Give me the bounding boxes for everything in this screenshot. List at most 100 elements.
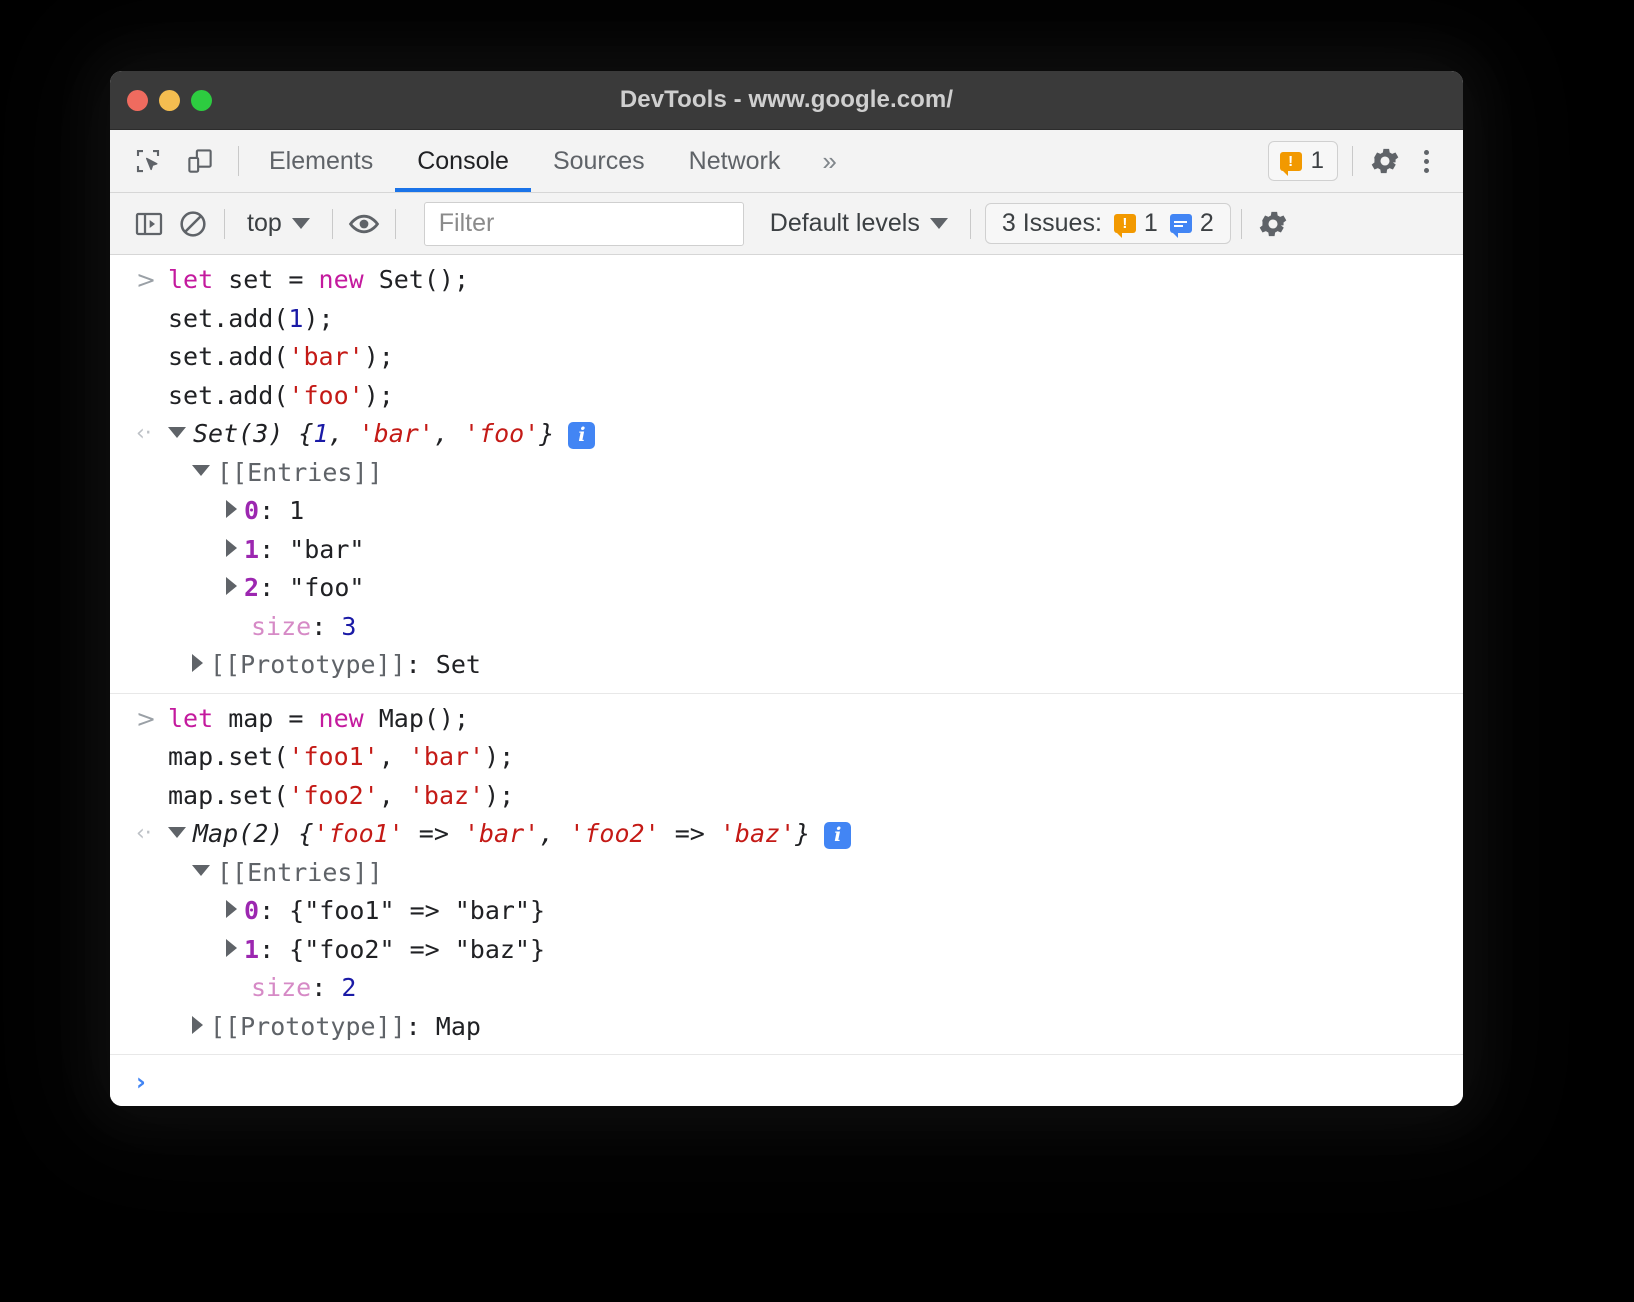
maximize-window-button[interactable] — [191, 90, 212, 111]
tab-sources-label: Sources — [553, 147, 645, 176]
property-token: [[Entries]] — [217, 454, 383, 493]
tabbar-left-icons — [110, 130, 230, 192]
console-sidebar-toggle-icon[interactable] — [128, 203, 170, 245]
code-token: , — [379, 781, 409, 810]
triangle-right-icon[interactable] — [226, 900, 237, 918]
property-token: 1 — [244, 931, 259, 970]
property-token: : Set — [406, 646, 481, 685]
devtools-window: DevTools - www.google.com/ — [110, 71, 1463, 1106]
inspect-element-icon[interactable] — [130, 143, 166, 179]
object-property-row[interactable]: [[Prototype]]: Map — [168, 1008, 851, 1047]
property-token: size — [251, 608, 311, 647]
code-token: 'foo1' — [288, 742, 378, 771]
console-output[interactable]: >let set = new Set();set.add(1);set.add(… — [110, 255, 1463, 1106]
code-token: set.add( — [168, 342, 288, 371]
console-toolbar-divider-1 — [224, 209, 225, 239]
property-token: 0 — [244, 892, 259, 931]
triangle-right-icon[interactable] — [226, 539, 237, 557]
code-token: let — [168, 265, 213, 294]
result-token: 'bar' — [359, 415, 434, 454]
triangle-down-icon[interactable] — [192, 465, 210, 476]
triangle-right-icon[interactable] — [192, 654, 203, 672]
code-token: Set(); — [364, 265, 469, 294]
more-tabs-icon[interactable]: » — [802, 130, 856, 192]
property-token: 0 — [244, 492, 259, 531]
triangle-right-icon[interactable] — [226, 577, 237, 595]
code-token: map.set( — [168, 742, 288, 771]
object-property-row[interactable]: [[Entries]] — [168, 854, 851, 893]
result-body: Set(3) {1, 'bar', 'foo'}i[[Entries]]0: 1… — [168, 415, 595, 685]
object-property-row[interactable]: 1: {"foo2" => "baz"} — [168, 931, 851, 970]
info-badge-icon[interactable]: i — [568, 422, 595, 449]
console-input-entry[interactable]: >let map = new Map();map.set('foo1', 'ba… — [110, 700, 1463, 816]
result-token: 1 — [313, 415, 328, 454]
object-property-row[interactable]: 2: "foo" — [168, 569, 595, 608]
code-token: new — [319, 265, 364, 294]
kebab-menu-icon[interactable] — [1409, 144, 1443, 178]
result-token: } — [795, 815, 810, 854]
panel-tabs: Elements Console Sources Network » — [247, 130, 857, 192]
log-levels-selector[interactable]: Default levels — [758, 209, 960, 238]
tab-elements[interactable]: Elements — [247, 130, 395, 192]
execution-context-label: top — [247, 209, 282, 238]
console-filter-input[interactable]: Filter — [424, 202, 744, 246]
console-input-code: let map = new Map();map.set('foo1', 'bar… — [168, 700, 514, 816]
result-token: Set(3) { — [193, 415, 313, 454]
devtools-tabbar: Elements Console Sources Network » ! — [110, 130, 1463, 193]
console-result-entry[interactable]: ‹·Map(2) {'foo1' => 'bar', 'foo2' => 'ba… — [110, 815, 1463, 1046]
warning-bubble-icon: ! — [1280, 152, 1302, 171]
property-token: 2 — [244, 569, 259, 608]
object-property-row[interactable]: 0: {"foo1" => "bar"} — [168, 892, 851, 931]
object-property-row[interactable]: size: 2 — [168, 969, 851, 1008]
result-preview[interactable]: Map(2) {'foo1' => 'bar', 'foo2' => 'baz'… — [168, 815, 851, 854]
triangle-right-icon[interactable] — [226, 500, 237, 518]
result-token: , — [434, 415, 464, 454]
info-badge-icon[interactable]: i — [824, 822, 851, 849]
console-toolbar-divider-3 — [395, 209, 396, 239]
result-token: 'foo1' — [313, 815, 403, 854]
console-result-entry[interactable]: ‹·Set(3) {1, 'bar', 'foo'}i[[Entries]]0:… — [110, 415, 1463, 685]
property-token: : — [311, 608, 341, 647]
screenshot-root: DevTools - www.google.com/ — [0, 0, 1634, 1302]
object-property-row[interactable]: 0: 1 — [168, 492, 595, 531]
result-token: => — [660, 815, 720, 854]
object-property-row[interactable]: size: 3 — [168, 608, 595, 647]
console-prompt[interactable]: › — [110, 1055, 1463, 1102]
console-settings-gear-icon[interactable] — [1252, 203, 1294, 245]
chevron-down-icon — [930, 218, 948, 229]
property-token: : "bar" — [259, 531, 364, 570]
tab-console[interactable]: Console — [395, 130, 531, 192]
code-token: 'foo2' — [288, 781, 378, 810]
warning-count-badge[interactable]: ! 1 — [1268, 141, 1338, 181]
minimize-window-button[interactable] — [159, 90, 180, 111]
result-token: => — [404, 815, 464, 854]
object-property-row[interactable]: [[Prototype]]: Set — [168, 646, 595, 685]
window-title: DevTools - www.google.com/ — [110, 86, 1463, 114]
triangle-down-icon[interactable] — [168, 827, 186, 838]
result-token: 'baz' — [720, 815, 795, 854]
close-window-button[interactable] — [127, 90, 148, 111]
execution-context-selector[interactable]: top — [235, 209, 322, 238]
tabbar-right-controls: ! 1 — [1268, 130, 1463, 192]
settings-gear-icon[interactable] — [1367, 143, 1403, 179]
result-token: } — [539, 415, 554, 454]
object-property-row[interactable]: [[Entries]] — [168, 454, 595, 493]
triangle-down-icon[interactable] — [192, 865, 210, 876]
window-titlebar: DevTools - www.google.com/ — [110, 71, 1463, 130]
code-token: 'baz' — [409, 781, 484, 810]
triangle-down-icon[interactable] — [168, 427, 186, 438]
device-toolbar-icon[interactable] — [182, 143, 218, 179]
code-line: let map = new Map(); — [168, 700, 514, 739]
tab-network[interactable]: Network — [667, 130, 803, 192]
property-token: : "foo" — [259, 569, 364, 608]
console-input-entry[interactable]: >let set = new Set();set.add(1);set.add(… — [110, 261, 1463, 415]
triangle-right-icon[interactable] — [226, 939, 237, 957]
code-line: let set = new Set(); — [168, 261, 469, 300]
issues-badge[interactable]: 3 Issues: ! 1 2 — [985, 203, 1231, 244]
tab-sources[interactable]: Sources — [531, 130, 667, 192]
result-preview[interactable]: Set(3) {1, 'bar', 'foo'}i — [168, 415, 595, 454]
triangle-right-icon[interactable] — [192, 1016, 203, 1034]
live-expression-eye-icon[interactable] — [343, 203, 385, 245]
clear-console-icon[interactable] — [172, 203, 214, 245]
object-property-row[interactable]: 1: "bar" — [168, 531, 595, 570]
